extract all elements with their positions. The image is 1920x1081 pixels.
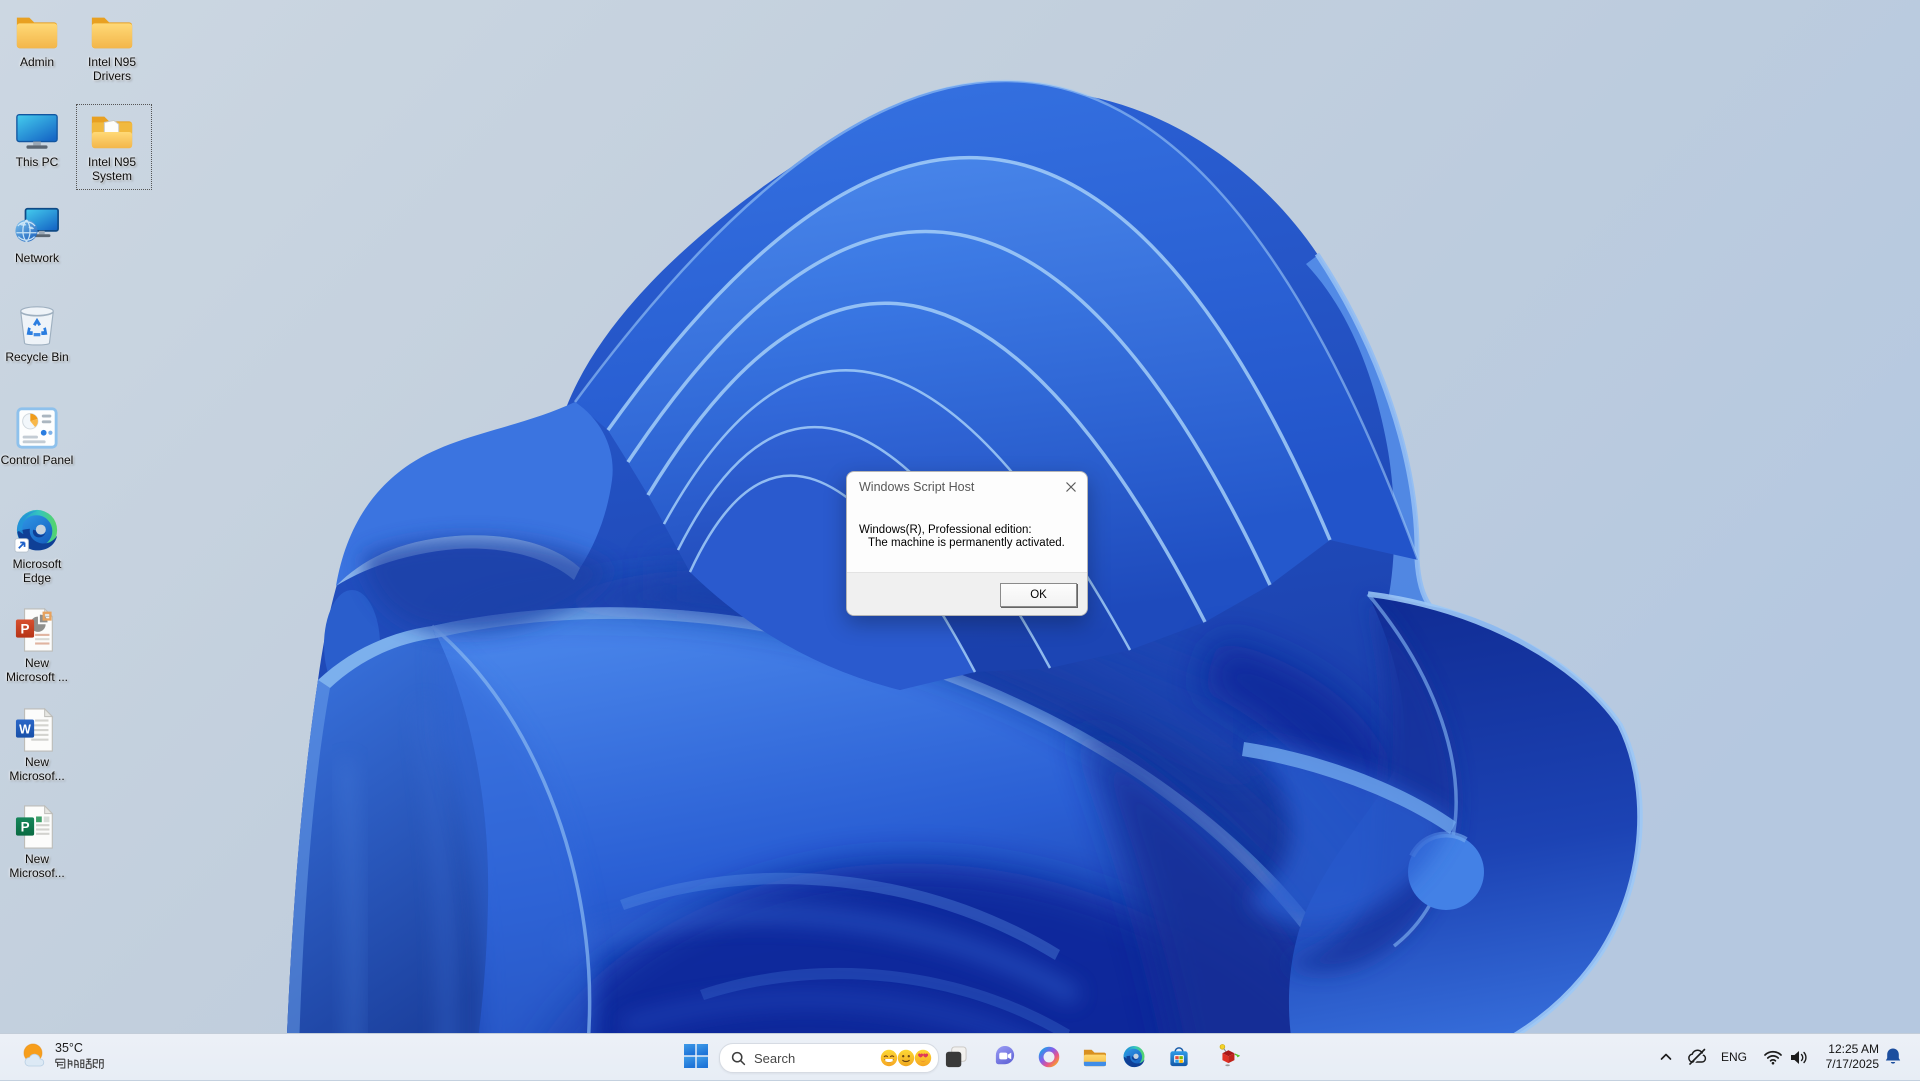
svg-text:W: W bbox=[19, 722, 31, 736]
svg-text:P: P bbox=[21, 621, 30, 636]
svg-text:P: P bbox=[21, 819, 30, 834]
